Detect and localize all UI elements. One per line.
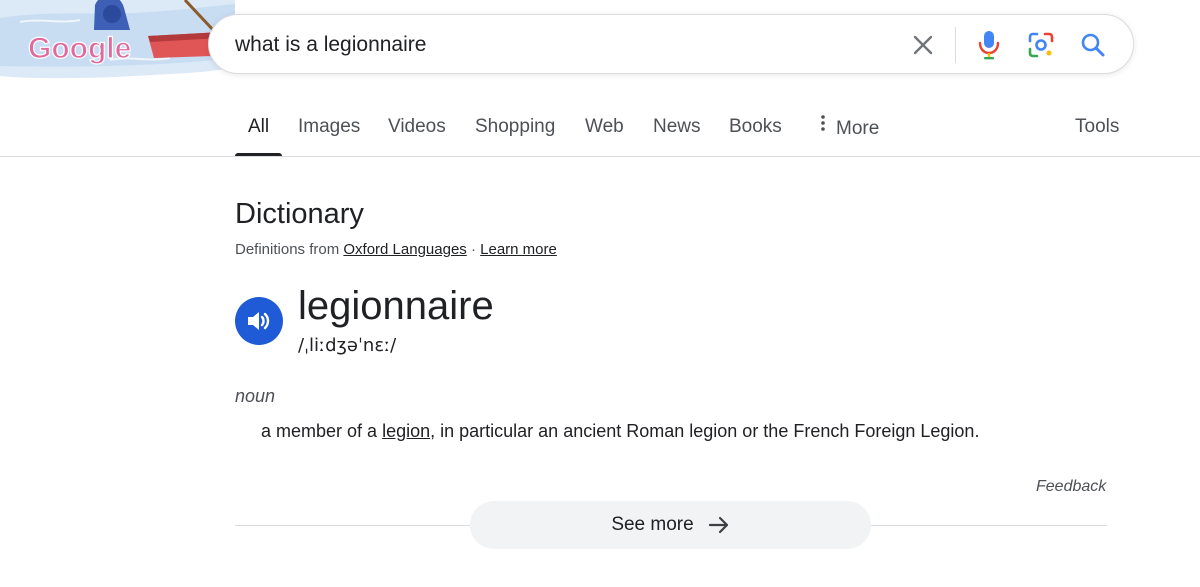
source-prefix: Definitions from [235,241,340,258]
tab-books[interactable]: Books [729,116,782,138]
tab-shopping[interactable]: Shopping [475,116,555,138]
definition: a member of a legion, in particular an a… [261,421,979,442]
divider-right [870,525,1107,526]
part-of-speech: noun [235,386,276,406]
learn-more-link[interactable]: Learn more [480,241,557,258]
feedback-link[interactable]: Feedback [1036,478,1106,496]
microphone-icon[interactable] [973,29,1005,61]
tab-videos[interactable]: Videos [388,116,446,138]
search-icon[interactable] [1077,29,1109,61]
tab-news[interactable]: News [653,116,701,138]
divider-left [235,525,471,526]
see-more-label: See more [611,514,694,535]
phonetic-spelling: /ˌliːdʒəˈnɛː/ [298,335,397,356]
tab-images[interactable]: Images [298,116,360,138]
arrow-right-icon [708,516,728,534]
source-separator: · [470,241,476,258]
more-vert-icon [821,115,825,131]
tab-all[interactable]: All [248,116,269,138]
tabs-divider [0,156,1200,157]
pronunciation-play-button[interactable] [235,297,283,345]
tab-more[interactable]: More [818,115,880,140]
oxford-languages-link[interactable]: Oxford Languages [343,241,466,258]
lens-icon[interactable] [1025,29,1057,61]
search-divider [955,27,956,63]
tab-more-label: More [836,118,880,139]
dictionary-title: Dictionary [235,198,364,230]
headword: legionnaire [298,284,494,328]
google-doodle-logo[interactable]: Google [0,0,320,80]
definition-suffix: , in particular an ancient Roman legion … [430,421,980,441]
close-icon[interactable] [907,29,939,61]
legion-link[interactable]: legion [382,421,430,441]
tools-button[interactable]: Tools [1075,116,1119,138]
volume-icon [248,312,270,330]
definition-prefix: a member of a [261,421,378,441]
see-more-button[interactable]: See more [470,501,871,549]
svg-text:Google: Google [28,32,131,65]
search-tabs: All Images Videos Shopping Web News Book… [0,108,1200,156]
search-box [208,14,1134,74]
tab-web[interactable]: Web [585,116,624,138]
dictionary-source: Definitions from Oxford Languages · Lear… [235,241,557,258]
search-input[interactable] [235,29,875,61]
